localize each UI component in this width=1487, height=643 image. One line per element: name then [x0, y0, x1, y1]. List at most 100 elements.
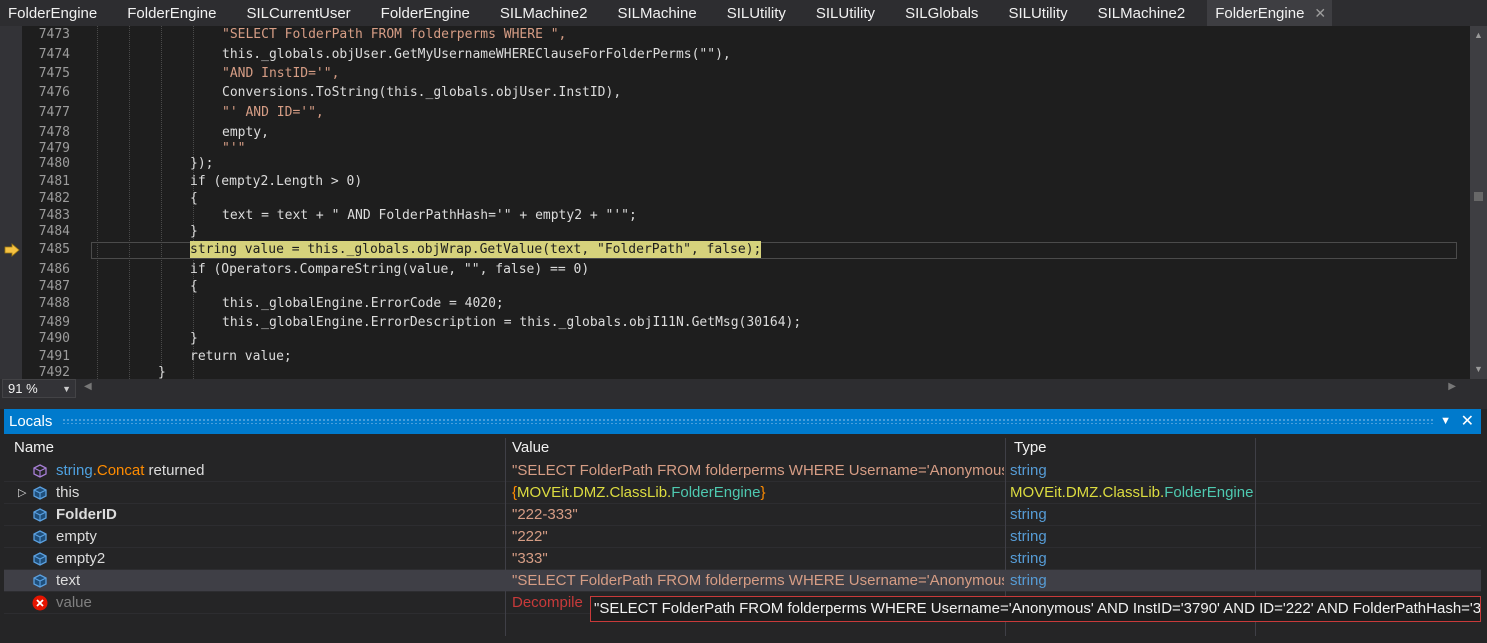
scroll-left-icon[interactable]: ◀	[84, 381, 92, 392]
code-line: 7474 this._globals.objUser.GetMyUsernameW…	[0, 46, 1462, 63]
row-name: this	[56, 484, 80, 501]
name-suffix-part: returned	[144, 462, 205, 479]
column-header-type[interactable]: Type	[1014, 438, 1047, 458]
row-value: "222-333"	[512, 506, 578, 523]
locals-row[interactable]: ▷ this {MOVEit.DMZ.ClassLib.FolderEngine…	[4, 482, 1481, 504]
row-name: FolderID	[56, 506, 117, 523]
column-header-name[interactable]: Name	[14, 438, 54, 458]
locals-row-selected[interactable]: text "SELECT FolderPath FROM folderperms…	[4, 570, 1481, 592]
code-text: {	[190, 191, 198, 206]
tab-silmachine[interactable]: SILMachine	[609, 0, 704, 26]
local-variable-icon	[33, 574, 47, 588]
vertical-scrollbar[interactable]: ▲ ▼	[1470, 26, 1487, 379]
line-number: 7475	[38, 66, 70, 81]
tab-label: SILUtility	[815, 4, 876, 22]
scroll-right-icon[interactable]: ▶	[1448, 381, 1456, 392]
window-position-dropdown-icon[interactable]: ▼	[1440, 409, 1451, 434]
code-line: 7486 if (Operators.CompareString(value, "…	[0, 261, 1462, 278]
current-statement-highlight: string value = this._globals.objWrap.Get…	[190, 241, 762, 258]
expand-arrow-icon[interactable]: ▷	[18, 482, 26, 504]
locals-title-bar[interactable]: Locals ▼ ✕	[4, 409, 1481, 434]
code-line-current: 7485 string value = this._globals.objWrap…	[0, 241, 1462, 258]
tab-silmachine2-2[interactable]: SILMachine2	[1090, 0, 1194, 26]
locals-row[interactable]: FolderID "222-333" string	[4, 504, 1481, 526]
close-icon[interactable]: ✕	[1314, 5, 1326, 22]
panel-title: Locals	[9, 413, 53, 430]
value-tooltip: "SELECT FolderPath FROM folderperms WHER…	[590, 596, 1481, 622]
tab-label: SILCurrentUser	[246, 4, 351, 22]
tab-silmachine2-1[interactable]: SILMachine2	[492, 0, 596, 26]
row-value: "222"	[512, 528, 548, 545]
local-variable-icon	[33, 486, 47, 500]
locals-row[interactable]: empty "222" string	[4, 526, 1481, 548]
code-text: this._globalEngine.ErrorDescription = th…	[222, 315, 802, 330]
tab-silcurrentuser[interactable]: SILCurrentUser	[238, 0, 358, 26]
name-method-part: .Concat	[92, 462, 145, 479]
code-line: 7490}	[0, 330, 1462, 347]
code-line: 7477 "' AND ID='",	[0, 104, 1462, 121]
tab-silglobals[interactable]: SILGlobals	[897, 0, 986, 26]
row-type: MOVEit.DMZ.ClassLib.FolderEngine	[1010, 482, 1255, 504]
code-line: 7482 {	[0, 190, 1462, 207]
code-line: 7481 if (empty2.Length > 0)	[0, 173, 1462, 190]
scroll-down-icon[interactable]: ▼	[1474, 364, 1483, 374]
locals-row[interactable]: empty2 "333" string	[4, 548, 1481, 570]
document-tab-bar: FolderEngine FolderEngine SILCurrentUser…	[0, 0, 1487, 26]
line-number: 7486	[38, 262, 70, 277]
code-text: "SELECT FolderPath FROM folderperms WHER…	[222, 26, 566, 43]
code-line: 7488 this._globalEngine.ErrorCode = 4020;	[0, 295, 1462, 312]
column-header-value[interactable]: Value	[512, 438, 549, 458]
local-variable-icon	[33, 552, 47, 566]
row-value: {MOVEit.DMZ.ClassLib.FolderEngine}	[512, 482, 1004, 504]
code-text: });	[190, 156, 214, 171]
line-number: 7489	[38, 315, 70, 330]
tab-silutility-2[interactable]: SILUtility	[808, 0, 883, 26]
name-type-part: string	[56, 462, 93, 479]
tab-label: SILMachine	[617, 4, 697, 22]
tab-folderengine-2[interactable]: FolderEngine	[119, 0, 224, 26]
code-text: if (empty2.Length > 0)	[190, 174, 363, 189]
tab-silutility-1[interactable]: SILUtility	[719, 0, 794, 26]
line-number: 7478	[38, 125, 70, 140]
row-name: empty2	[56, 550, 106, 567]
code-line: 7478 empty,	[0, 124, 1462, 141]
drag-grip[interactable]	[62, 418, 1435, 424]
locals-row[interactable]: string.Concat returned "SELECT FolderPat…	[4, 460, 1481, 482]
tab-silutility-3[interactable]: SILUtility	[1000, 0, 1075, 26]
horizontal-scrollbar[interactable]: ◀ ▶	[80, 379, 1470, 398]
line-number: 7474	[38, 47, 70, 62]
code-text: text = text + " AND FolderPathHash='" + …	[222, 208, 637, 223]
tab-folderengine-active[interactable]: FolderEngine ✕	[1207, 0, 1333, 26]
scroll-thumb[interactable]	[1474, 192, 1483, 201]
scroll-up-icon[interactable]: ▲	[1474, 30, 1483, 40]
code-line: 7489 this._globalEngine.ErrorDescription …	[0, 314, 1462, 331]
column-divider[interactable]	[1255, 438, 1256, 460]
line-number: 7491	[38, 349, 70, 364]
zoom-dropdown[interactable]: 91 % ▼	[2, 379, 76, 398]
tab-label: FolderEngine	[380, 4, 470, 22]
code-text: }	[158, 365, 166, 379]
code-text: "' AND ID='",	[222, 105, 324, 120]
line-number: 7490	[38, 331, 70, 346]
code-text: {	[190, 279, 198, 294]
column-divider[interactable]	[1005, 438, 1006, 460]
chevron-down-icon: ▼	[62, 384, 71, 394]
column-divider[interactable]	[505, 438, 506, 460]
zoom-level: 91 %	[8, 381, 38, 396]
row-value: "SELECT FolderPath FROM folderperms WHER…	[512, 572, 1004, 589]
tab-folderengine-1[interactable]: FolderEngine	[0, 0, 105, 26]
row-name: value	[56, 594, 92, 611]
line-number: 7480	[38, 156, 70, 171]
close-icon[interactable]: ✕	[1461, 409, 1474, 434]
code-line: 7492}	[0, 364, 1462, 379]
line-number: 7488	[38, 296, 70, 311]
tab-label: SILUtility	[1008, 4, 1068, 22]
local-variable-icon	[33, 530, 47, 544]
tab-folderengine-3[interactable]: FolderEngine	[373, 0, 478, 26]
code-text-content: "SELECT FolderPath FROM folderperms WHER…	[222, 27, 567, 42]
code-editor[interactable]: 7473 "SELECT FolderPath FROM folderperms …	[0, 26, 1487, 379]
value-class: FolderEngine	[671, 484, 761, 501]
code-text: }	[190, 331, 198, 346]
line-number: 7485	[38, 242, 70, 257]
panel-splitter[interactable]	[0, 399, 1487, 409]
